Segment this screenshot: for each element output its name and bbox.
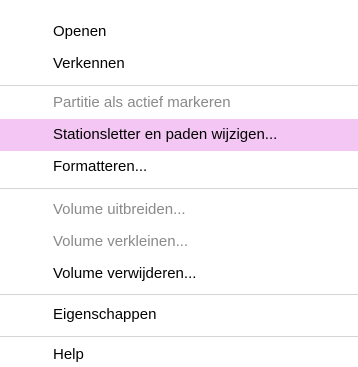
menu-item-volume-verwijderen[interactable]: Volume verwijderen... [0,258,358,290]
menu-separator [0,294,358,295]
menu-item-openen[interactable]: Openen [0,16,358,48]
menu-item-partitie-actief-markeren: Partitie als actief markeren [53,94,231,111]
menu-separator [0,188,358,189]
menu-item-volume-uitbreiden: Volume uitbreiden... [53,201,186,218]
context-menu: Openen Verkennen Partitie als actief mar… [0,0,358,367]
menu-separator [0,336,358,337]
menu-item-eigenschappen[interactable]: Eigenschappen [0,299,358,331]
menu-item-help[interactable]: Help [0,339,358,367]
menu-item-stationsletter-wijzigen[interactable]: Stationsletter en paden wijzigen... [0,119,358,151]
menu-separator [0,85,358,86]
menu-item-formatteren[interactable]: Formatteren... [0,151,358,183]
menu-item-volume-verkleinen: Volume verkleinen... [53,233,189,250]
menu-item-verkennen[interactable]: Verkennen [0,48,358,80]
